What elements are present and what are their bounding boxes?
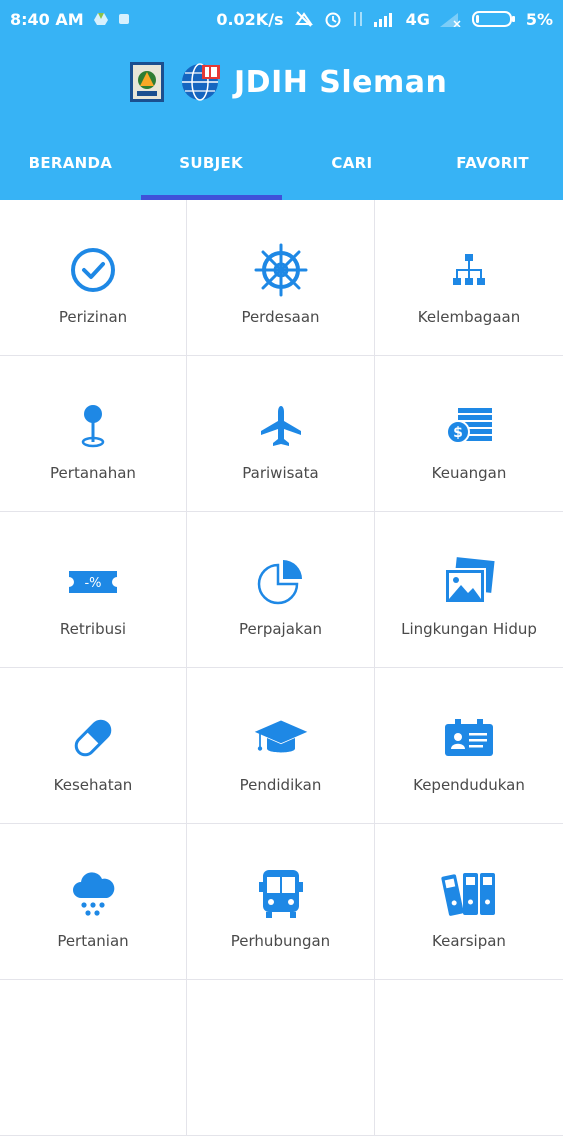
archive-binders-icon — [441, 866, 497, 922]
subject-kesehatan[interactable]: Kesehatan — [0, 668, 187, 824]
subject-pendidikan[interactable]: Pendidikan — [187, 668, 375, 824]
airplane-icon — [253, 398, 309, 454]
subject-label: Retribusi — [59, 620, 127, 638]
pie-chart-icon — [253, 554, 309, 610]
battery-icon — [471, 10, 516, 28]
subject-kependudukan[interactable]: Kependudukan — [375, 668, 563, 824]
subject-label: Perpajakan — [238, 620, 323, 638]
subject-label: Keuangan — [431, 464, 507, 482]
id-card-icon — [441, 710, 497, 766]
subject-row-partial[interactable] — [0, 980, 187, 1136]
subject-perpajakan[interactable]: Perpajakan — [187, 512, 375, 668]
tab-favorit[interactable]: FAVORIT — [422, 142, 563, 200]
subject-label: Kelembagaan — [417, 308, 521, 326]
subject-kearsipan[interactable]: Kearsipan — [375, 824, 563, 980]
subject-label: Kependudukan — [413, 776, 525, 794]
discount-ticket-icon: -% — [65, 554, 121, 610]
subject-label: Pertanahan — [50, 464, 136, 482]
sleman-emblem-logo — [130, 62, 164, 102]
status-time: 8:40 AM — [10, 9, 84, 29]
subject-lingkungan-hidup[interactable]: Lingkungan Hidup — [375, 512, 563, 668]
subject-perdesaan[interactable]: Perdesaan — [187, 200, 375, 356]
pill-icon — [65, 710, 121, 766]
subject-retribusi[interactable]: -% Retribusi — [0, 512, 187, 668]
subject-pertanian[interactable]: Pertanian — [0, 824, 187, 980]
ship-wheel-icon — [253, 242, 309, 298]
subject-row-partial[interactable] — [375, 980, 563, 1136]
signal-icon — [373, 11, 396, 27]
jdih-globe-logo — [180, 61, 222, 103]
data-transfer-icon — [352, 10, 364, 28]
app-bar: 8:40 AM 0.02K/s 4G 5% JDIH Sleman BERAND… — [0, 0, 563, 200]
app-title: JDIH Sleman — [234, 64, 448, 100]
subject-kelembagaan[interactable]: Kelembagaan — [375, 200, 563, 356]
photo-gallery-icon — [441, 554, 497, 610]
graduation-cap-icon — [253, 710, 309, 766]
subject-label: Kearsipan — [432, 932, 506, 950]
alarm-icon — [324, 10, 342, 28]
subject-label: Kesehatan — [53, 776, 133, 794]
tab-cari[interactable]: CARI — [282, 142, 423, 200]
subject-label: Pariwisata — [242, 464, 319, 482]
subject-label: Pertanian — [57, 932, 129, 950]
subject-pertanahan[interactable]: Pertanahan — [0, 356, 187, 512]
money-stack-icon: $ — [441, 398, 497, 454]
tab-bar: BERANDA SUBJEK CARI FAVORIT — [0, 142, 563, 200]
subject-perhubungan[interactable]: Perhubungan — [187, 824, 375, 980]
tab-subjek[interactable]: SUBJEK — [140, 142, 282, 200]
subject-label: Perdesaan — [241, 308, 320, 326]
subject-perizinan[interactable]: Perizinan — [0, 200, 187, 356]
data-off-icon — [294, 10, 314, 28]
network-type: 4G — [405, 9, 430, 29]
rain-cloud-icon — [65, 866, 121, 922]
drive-icon — [93, 13, 108, 25]
subject-label: Pendidikan — [239, 776, 322, 794]
network-speed: 0.02K/s — [216, 9, 284, 29]
svg-text:$: $ — [453, 425, 463, 441]
svg-text:-%: -% — [84, 576, 101, 591]
subject-row-partial[interactable] — [187, 980, 375, 1136]
notification-icon — [118, 13, 130, 25]
tab-beranda[interactable]: BERANDA — [0, 142, 141, 200]
subject-pariwisata[interactable]: Pariwisata — [187, 356, 375, 512]
subject-label: Lingkungan Hidup — [401, 620, 537, 638]
map-pin-icon — [65, 398, 121, 454]
subject-grid: Perizinan Perdesaan Kelembagaan Pertanah… — [0, 200, 563, 1136]
battery-level: 5% — [525, 9, 553, 29]
subject-label: Perizinan — [58, 308, 128, 326]
signal-weak-icon — [439, 11, 462, 27]
status-bar: 8:40 AM 0.02K/s 4G 5% — [0, 0, 563, 38]
brand: JDIH Sleman — [130, 58, 447, 106]
subject-keuangan[interactable]: $ Keuangan — [375, 356, 563, 512]
subject-label: Perhubungan — [230, 932, 331, 950]
check-circle-icon — [65, 242, 121, 298]
org-chart-icon — [441, 242, 497, 298]
bus-icon — [253, 866, 309, 922]
